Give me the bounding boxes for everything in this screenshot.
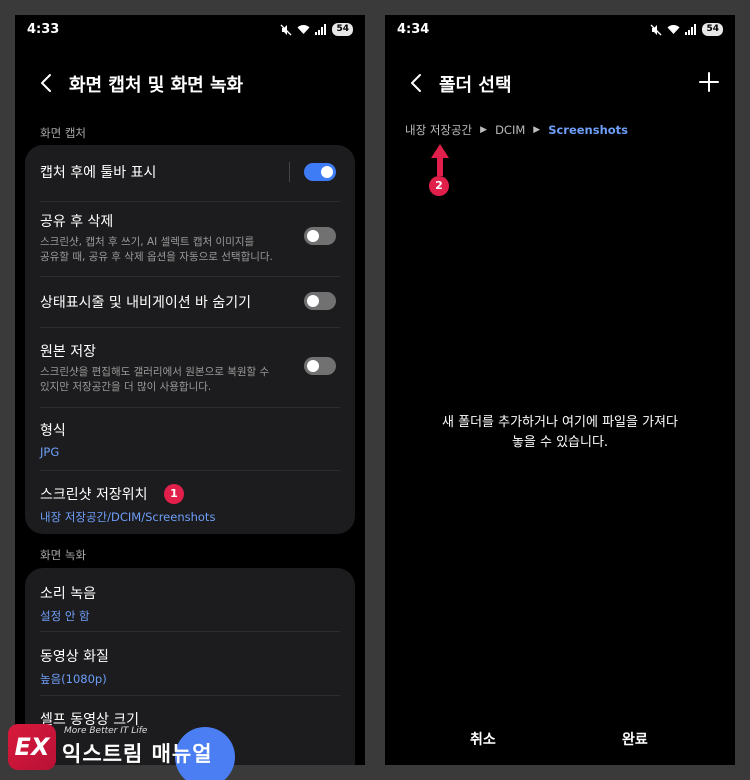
battery-level: 54 <box>332 23 353 36</box>
mute-icon <box>651 24 662 35</box>
watermark-logo: EX <box>8 724 56 770</box>
header: 폴더 선택 <box>385 65 735 101</box>
setting-format[interactable]: 형식 JPG <box>40 420 340 460</box>
cancel-button[interactable]: 취소 <box>470 729 496 749</box>
breadcrumb: 내장 저장공간 ▶ DCIM ▶ Screenshots <box>405 122 628 138</box>
breadcrumb-item-dcim[interactable]: DCIM <box>495 123 525 137</box>
status-time: 4:33 <box>27 22 60 37</box>
setting-title: 스크린샷 저장위치 <box>40 487 148 503</box>
toggle-knob <box>307 230 319 242</box>
divider <box>40 327 340 328</box>
status-bar: 4:33 54 <box>15 15 365 45</box>
done-button[interactable]: 완료 <box>622 729 648 749</box>
setting-description: 스크린샷, 캡처 후 쓰기, AI 셀렉트 캡처 이미지를 공유할 때, 공유 후… <box>40 236 273 263</box>
status-icons: 54 <box>280 23 353 36</box>
setting-title: 동영상 화질 <box>40 649 109 665</box>
breadcrumb-separator-icon: ▶ <box>480 125 488 135</box>
hide-bars-toggle[interactable] <box>304 292 336 310</box>
status-icons: 54 <box>650 23 723 36</box>
header: 화면 캡처 및 화면 녹화 <box>15 65 365 101</box>
setting-value: 설정 안 함 <box>40 609 90 623</box>
site-watermark: EX More Better IT Life 익스트림 매뉴얼 <box>8 720 228 776</box>
toggle-knob <box>307 295 319 307</box>
divider <box>40 276 340 277</box>
setting-title: 공유 후 삭제 <box>40 214 114 230</box>
empty-folder-message: 새 폴더를 추가하거나 여기에 파일을 가져다 놓을 수 있습니다. <box>442 415 678 450</box>
setting-save-original[interactable]: 원본 저장 스크린샷을 편집해도 갤러리에서 원본으로 복원할 수 있지만 저장공… <box>40 341 340 393</box>
back-icon[interactable] <box>405 71 429 95</box>
setting-video-quality[interactable]: 동영상 화질 높음(1080p) <box>40 646 340 686</box>
breadcrumb-item-screenshots[interactable]: Screenshots <box>548 123 628 137</box>
setting-description: 스크린샷을 편집해도 갤러리에서 원본으로 복원할 수 있지만 저장공간을 더 많… <box>40 366 270 393</box>
setting-screenshot-location[interactable]: 스크린샷 저장위치 내장 저장공간/DCIM/Screenshots 1 <box>40 484 340 524</box>
setting-title: 캡처 후에 툴바 표시 <box>40 165 157 181</box>
setting-sound-recording[interactable]: 소리 녹음 설정 안 함 <box>40 583 340 623</box>
toolbar-toggle[interactable] <box>304 163 336 181</box>
divider <box>40 470 340 471</box>
breadcrumb-item-internal-storage[interactable]: 내장 저장공간 <box>405 122 472 138</box>
section-label-capture: 화면 캡처 <box>40 126 86 140</box>
add-icon[interactable] <box>697 70 721 94</box>
step-badge-1: 1 <box>164 484 184 504</box>
setting-value: 내장 저장공간/DCIM/Screenshots <box>40 510 216 524</box>
delete-after-share-toggle[interactable] <box>304 227 336 245</box>
status-time: 4:34 <box>397 22 430 37</box>
up-arrow-icon <box>431 144 449 176</box>
signal-icon <box>685 24 697 35</box>
divider <box>40 407 340 408</box>
capture-settings-card: 캡처 후에 툴바 표시 공유 후 삭제 스크린샷, 캡처 후 쓰기, AI 셀렉… <box>25 145 355 534</box>
wifi-icon <box>667 25 680 34</box>
status-bar: 4:34 54 <box>385 15 735 45</box>
page-title: 화면 캡처 및 화면 녹화 <box>69 75 244 96</box>
setting-title: 형식 <box>40 423 66 439</box>
divider <box>40 201 340 202</box>
settings-screen: 4:33 54 화면 캡처 및 화면 녹화 화면 캡처 캡처 후에 툴바 표시 … <box>15 15 365 765</box>
setting-value: 높음(1080p) <box>40 672 107 686</box>
page-title: 폴더 선택 <box>439 75 512 96</box>
wifi-icon <box>297 25 310 34</box>
setting-delete-after-share[interactable]: 공유 후 삭제 스크린샷, 캡처 후 쓰기, AI 셀렉트 캡처 이미지를 공유할… <box>40 211 340 263</box>
watermark-tagline: More Better IT Life <box>64 726 148 736</box>
watermark-name: 익스트림 매뉴얼 <box>62 742 213 766</box>
setting-toolbar-after-capture[interactable]: 캡처 후에 툴바 표시 <box>40 162 340 184</box>
setting-value: JPG <box>40 445 60 459</box>
section-label-recording: 화면 녹화 <box>40 548 86 562</box>
battery-level: 54 <box>702 23 723 36</box>
toggle-knob <box>307 360 319 372</box>
folder-select-screen: 4:34 54 폴더 선택 내장 저장공간 ▶ DCIM ▶ Screensho… <box>385 15 735 765</box>
setting-title: 상태표시줄 및 내비게이션 바 숨기기 <box>40 295 251 311</box>
step-badge-2: 2 <box>429 176 449 196</box>
save-original-toggle[interactable] <box>304 357 336 375</box>
signal-icon <box>315 24 327 35</box>
mute-icon <box>281 24 292 35</box>
breadcrumb-separator-icon: ▶ <box>533 125 541 135</box>
toggle-knob <box>321 166 333 178</box>
toggle-separator <box>289 162 290 182</box>
setting-hide-status-nav-bar[interactable]: 상태표시줄 및 내비게이션 바 숨기기 <box>40 292 340 314</box>
setting-title: 소리 녹음 <box>40 586 96 602</box>
divider <box>40 631 340 632</box>
divider <box>40 695 340 696</box>
back-icon[interactable] <box>35 71 59 95</box>
setting-title: 원본 저장 <box>40 344 96 360</box>
